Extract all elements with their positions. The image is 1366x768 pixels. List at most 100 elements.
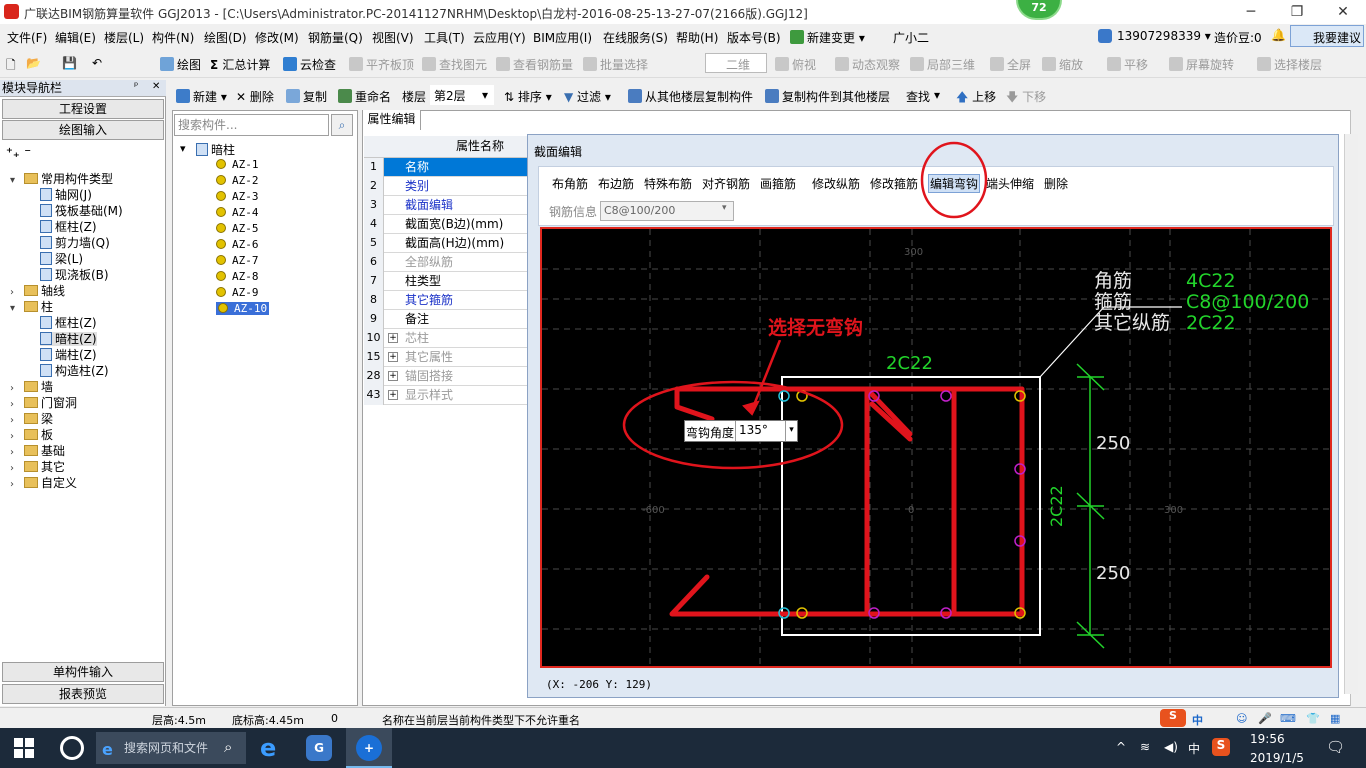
menu-floor[interactable]: 楼层(L) xyxy=(104,29,144,46)
nav-folder-7[interactable]: › 轴线 xyxy=(10,284,65,300)
property-row-2[interactable]: 2 类别 xyxy=(364,177,528,196)
single-component-input-button[interactable]: 单构件输入 xyxy=(2,662,164,682)
nav-folder-15[interactable]: › 梁 xyxy=(10,412,53,428)
tree-expand-icon[interactable]: › xyxy=(10,414,24,428)
tree-collapse-icon[interactable]: ▾ xyxy=(180,142,186,155)
mic-icon[interactable]: 🎤 xyxy=(1258,712,1272,725)
volume-icon[interactable]: ◀) xyxy=(1164,740,1178,754)
section-tool-3[interactable]: 对齐钢筋 xyxy=(702,175,750,192)
grid-menu-icon[interactable]: ▦ xyxy=(1330,712,1340,725)
tree-expand-icon[interactable]: › xyxy=(10,398,24,412)
nav-folder-19[interactable]: › 自定义 xyxy=(10,476,77,492)
component-item-8[interactable]: AZ-8 xyxy=(216,270,259,283)
view-mode-select[interactable]: 二维 xyxy=(705,53,767,73)
windows-start-icon[interactable] xyxy=(14,738,34,758)
property-row-3[interactable]: 3 截面编辑 xyxy=(364,196,528,215)
hook-angle-value[interactable]: 135° xyxy=(735,421,785,441)
section-tool-4[interactable]: 画箍筋 xyxy=(760,175,796,192)
nav-item-10[interactable]: 暗柱(Z) xyxy=(40,332,97,346)
nav-folder-16[interactable]: › 板 xyxy=(10,428,53,444)
expand-plus-icon[interactable]: + xyxy=(388,371,398,381)
menu-assistant[interactable]: 广小二 xyxy=(893,29,929,46)
nav-item-3[interactable]: 框柱(Z) xyxy=(40,220,97,234)
menu-bim[interactable]: BIM应用(I) xyxy=(533,29,592,46)
clock-date[interactable]: 2019/1/5 xyxy=(1250,751,1304,765)
tree-expand-icon[interactable]: › xyxy=(10,446,24,460)
new-file-icon[interactable]: 🗋 xyxy=(6,56,16,77)
menu-edit[interactable]: 编辑(E) xyxy=(55,29,96,46)
tree-expand-icon[interactable]: › xyxy=(10,286,24,300)
suggest-button[interactable]: 我要建议 xyxy=(1290,25,1364,47)
section-tool-8[interactable]: 端头伸缩 xyxy=(986,175,1034,192)
pan-button[interactable]: 平移 xyxy=(1107,56,1148,73)
clock-time[interactable]: 19:56 xyxy=(1250,732,1285,746)
draw-button[interactable]: 绘图 xyxy=(160,56,201,73)
property-row-8[interactable]: 8 其它箍筋 xyxy=(364,291,528,310)
batch-select-button[interactable]: 批量选择 xyxy=(583,56,648,73)
component-item-10[interactable]: AZ-10 xyxy=(216,302,270,315)
copy-to-floor-button[interactable]: 复制构件到其他楼层 xyxy=(765,88,890,105)
section-tool-1[interactable]: 布边筋 xyxy=(598,175,634,192)
component-item-1[interactable]: AZ-1 xyxy=(216,158,259,171)
draw-input-button[interactable]: 绘图输入 xyxy=(2,120,164,140)
nav-folder-0[interactable]: ▾ 常用构件类型 xyxy=(10,172,113,188)
project-settings-button[interactable]: 工程设置 xyxy=(2,99,164,119)
tree-expand-icon[interactable]: › xyxy=(10,382,24,396)
top-view-button[interactable]: 俯视 xyxy=(775,56,816,73)
property-row-7[interactable]: 7 柱类型 xyxy=(364,272,528,291)
property-row-15[interactable]: 15 + 其它属性 xyxy=(364,348,528,367)
taskbar-ime-label[interactable]: 中 xyxy=(1188,740,1200,757)
wifi-icon[interactable]: ≋ xyxy=(1140,740,1150,754)
nav-folder-8[interactable]: ▾ 柱 xyxy=(10,300,53,316)
menu-version[interactable]: 版本号(B) xyxy=(727,29,781,46)
component-item-7[interactable]: AZ-7 xyxy=(216,254,259,267)
menu-component[interactable]: 构件(N) xyxy=(152,29,194,46)
screen-rotate-button[interactable]: 屏幕旋转 xyxy=(1169,56,1234,73)
shirt-icon[interactable]: 👕 xyxy=(1306,712,1320,725)
close-button[interactable]: ✕ xyxy=(1320,0,1366,24)
tray-sogou-icon[interactable]: S xyxy=(1212,738,1230,756)
rebar-info-select[interactable]: C8@100/200 xyxy=(600,201,734,221)
rebar-info-arrow-icon[interactable]: ▾ xyxy=(722,203,727,213)
tree-expand-icon[interactable]: › xyxy=(10,462,24,476)
component-root[interactable]: 暗柱 xyxy=(196,141,235,158)
search-icon[interactable]: ⌕ xyxy=(331,114,353,136)
expand-plus-icon[interactable]: + xyxy=(388,352,398,362)
account-phone[interactable]: 13907298339 ▾ xyxy=(1117,29,1211,43)
property-row-10[interactable]: 10 + 芯柱 xyxy=(364,329,528,348)
nav-item-9[interactable]: 框柱(Z) xyxy=(40,316,97,330)
delete-component-button[interactable]: ✕ 删除 xyxy=(236,88,274,105)
expand-all-icon[interactable]: ⁺₊ ⁻ xyxy=(6,146,31,161)
nav-item-11[interactable]: 端柱(Z) xyxy=(40,348,97,362)
nav-item-1[interactable]: 轴网(J) xyxy=(40,188,92,202)
notification-icon[interactable]: 🗨 xyxy=(1326,738,1345,756)
tree-expand-icon[interactable]: › xyxy=(10,478,24,492)
pin-icon[interactable]: ᵖ xyxy=(134,81,138,92)
ggj-app-icon[interactable]: + xyxy=(356,735,382,761)
nav-folder-17[interactable]: › 基础 xyxy=(10,444,65,460)
menu-view[interactable]: 视图(V) xyxy=(372,29,414,46)
nav-folder-14[interactable]: › 门窗洞 xyxy=(10,396,77,412)
menu-rebar[interactable]: 钢筋量(Q) xyxy=(308,29,363,46)
component-item-3[interactable]: AZ-3 xyxy=(216,190,259,203)
property-row-5[interactable]: 5 截面高(H边)(mm) xyxy=(364,234,528,253)
expand-plus-icon[interactable]: + xyxy=(388,333,398,343)
find-dropdown-icon[interactable]: ▾ xyxy=(934,88,940,102)
floor-select-arrow-icon[interactable]: ▾ xyxy=(482,88,488,102)
menu-online[interactable]: 在线服务(S) xyxy=(603,29,668,46)
tab-property-edit[interactable]: 属性编辑 xyxy=(363,110,421,130)
nav-close-icon[interactable]: ✕ xyxy=(152,81,160,92)
tree-expand-icon[interactable]: ▾ xyxy=(10,302,24,316)
find-button[interactable]: 查找 xyxy=(906,88,930,105)
property-row-43[interactable]: 43 + 显示样式 xyxy=(364,386,528,405)
select-floor-button[interactable]: 选择楼层 xyxy=(1257,56,1322,73)
property-row-9[interactable]: 9 备注 xyxy=(364,310,528,329)
component-search-input[interactable]: 搜索构件... xyxy=(174,114,329,136)
nav-folder-18[interactable]: › 其它 xyxy=(10,460,65,476)
component-item-5[interactable]: AZ-5 xyxy=(216,222,259,235)
local-3d-button[interactable]: 局部三维 xyxy=(910,56,975,73)
bell-icon[interactable]: 🔔 xyxy=(1271,28,1286,42)
component-item-9[interactable]: AZ-9 xyxy=(216,286,259,299)
rename-button[interactable]: 重命名 xyxy=(338,88,391,105)
menu-new-change[interactable]: 新建变更 ▾ xyxy=(807,29,865,46)
